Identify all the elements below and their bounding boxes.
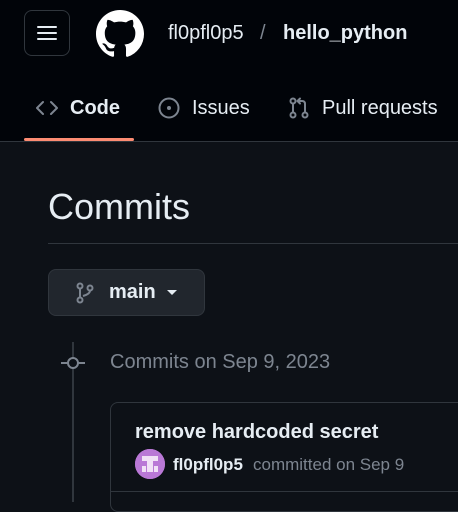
pull-request-icon xyxy=(289,97,309,119)
app-header: fl0pfl0p5 / hello_python Code Issues Pul… xyxy=(0,0,458,142)
commit-message-link[interactable]: remove hardcoded secret xyxy=(135,421,378,444)
hamburger-icon xyxy=(37,26,57,40)
branch-selector-button[interactable]: main xyxy=(48,269,205,316)
tab-pull-requests-label: Pull requests xyxy=(322,96,438,119)
page-title: Commits xyxy=(48,186,190,227)
tab-pull-requests[interactable]: Pull requests xyxy=(288,94,438,122)
commit-node-icon xyxy=(61,357,85,369)
commit-group-date: Commits on Sep 9, 2023 xyxy=(110,351,331,373)
commit-meta: committed on Sep 9 xyxy=(253,455,405,474)
tab-code[interactable]: Code xyxy=(36,94,120,122)
repo-separator: / xyxy=(260,22,266,44)
github-logo-icon[interactable] xyxy=(96,10,144,58)
tab-issues-label: Issues xyxy=(192,96,250,119)
tab-issues[interactable]: Issues xyxy=(158,94,250,122)
issue-icon xyxy=(158,97,180,119)
caret-down-icon xyxy=(166,289,177,295)
menu-button[interactable] xyxy=(24,10,70,56)
repo-owner-link[interactable]: fl0pfl0p5 xyxy=(168,22,244,45)
title-divider xyxy=(48,243,458,244)
commit-author-link[interactable]: fl0pfl0p5 xyxy=(173,455,243,475)
tab-code-label: Code xyxy=(70,96,120,119)
identicon-avatar-icon xyxy=(135,449,165,479)
commit-card: remove hardcoded secret fl0pfl0p5 commit… xyxy=(110,402,458,512)
branch-icon xyxy=(76,282,94,303)
branch-label: main xyxy=(109,281,156,303)
code-icon xyxy=(36,101,58,115)
active-tab-indicator xyxy=(24,138,134,141)
avatar[interactable] xyxy=(135,449,165,479)
repo-name-link[interactable]: hello_python xyxy=(283,22,407,45)
card-divider xyxy=(111,491,458,492)
